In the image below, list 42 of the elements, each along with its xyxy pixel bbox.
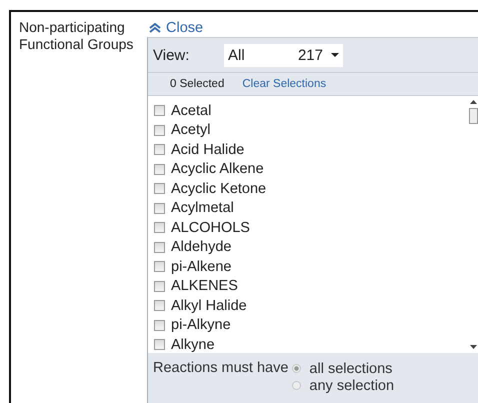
checkbox[interactable] bbox=[154, 124, 165, 136]
checkbox[interactable] bbox=[154, 261, 165, 272]
double-chevron-up-icon bbox=[149, 23, 161, 33]
scroll-up-icon[interactable] bbox=[470, 100, 476, 104]
checkbox[interactable] bbox=[154, 144, 165, 156]
checkbox[interactable] bbox=[154, 164, 165, 175]
view-dropdown[interactable]: All 217 bbox=[224, 44, 343, 66]
checkbox-item[interactable]: Acetyl bbox=[154, 120, 468, 140]
checkbox-item[interactable]: Alkyl Halide bbox=[154, 296, 468, 316]
checkbox-item[interactable]: pi-Alkene bbox=[154, 257, 468, 276]
checkbox[interactable] bbox=[154, 202, 165, 214]
radio-button[interactable] bbox=[292, 364, 302, 373]
checkbox-item[interactable]: pi-Alkyne bbox=[154, 316, 468, 335]
checkbox[interactable] bbox=[154, 105, 165, 116]
checkbox-item[interactable]: Acid Halide bbox=[154, 140, 468, 160]
caret-icon bbox=[331, 53, 339, 57]
checkbox-item[interactable]: ALCOHOLS bbox=[154, 218, 468, 238]
view-label: View: bbox=[153, 46, 190, 64]
close-link[interactable]: Close bbox=[149, 19, 204, 37]
checkbox[interactable] bbox=[154, 222, 165, 234]
checkbox[interactable] bbox=[154, 242, 165, 253]
checkbox[interactable] bbox=[154, 183, 165, 194]
checkbox[interactable] bbox=[154, 280, 165, 292]
checkbox-item[interactable]: ALKENES bbox=[154, 276, 468, 296]
checkbox[interactable] bbox=[154, 339, 165, 350]
scroll-down-icon[interactable] bbox=[470, 345, 476, 349]
radio-option[interactable]: all selections bbox=[292, 360, 394, 377]
radio-option[interactable]: any selection bbox=[292, 377, 394, 394]
checkbox-item[interactable]: Acylmetal bbox=[154, 198, 468, 218]
scroll-thumb[interactable] bbox=[468, 108, 478, 124]
checkbox-item[interactable]: Acetal bbox=[154, 101, 468, 120]
radio-button[interactable] bbox=[292, 381, 302, 390]
clear-selections-link[interactable]: Clear Selections bbox=[242, 78, 326, 90]
selected-count: 0 Selected bbox=[170, 78, 224, 90]
checkbox-item[interactable]: Alkyne bbox=[154, 335, 468, 354]
field-label: Non-participating Functional Groups bbox=[18, 18, 134, 54]
checkbox-item[interactable]: Aldehyde bbox=[154, 238, 468, 257]
match-label: Reactions must have bbox=[153, 360, 288, 378]
checkbox[interactable] bbox=[154, 320, 165, 331]
checkbox-item[interactable]: Acyclic Ketone bbox=[154, 179, 468, 198]
checkbox[interactable] bbox=[154, 300, 165, 312]
checkbox-item[interactable]: Acyclic Alkene bbox=[154, 160, 468, 179]
